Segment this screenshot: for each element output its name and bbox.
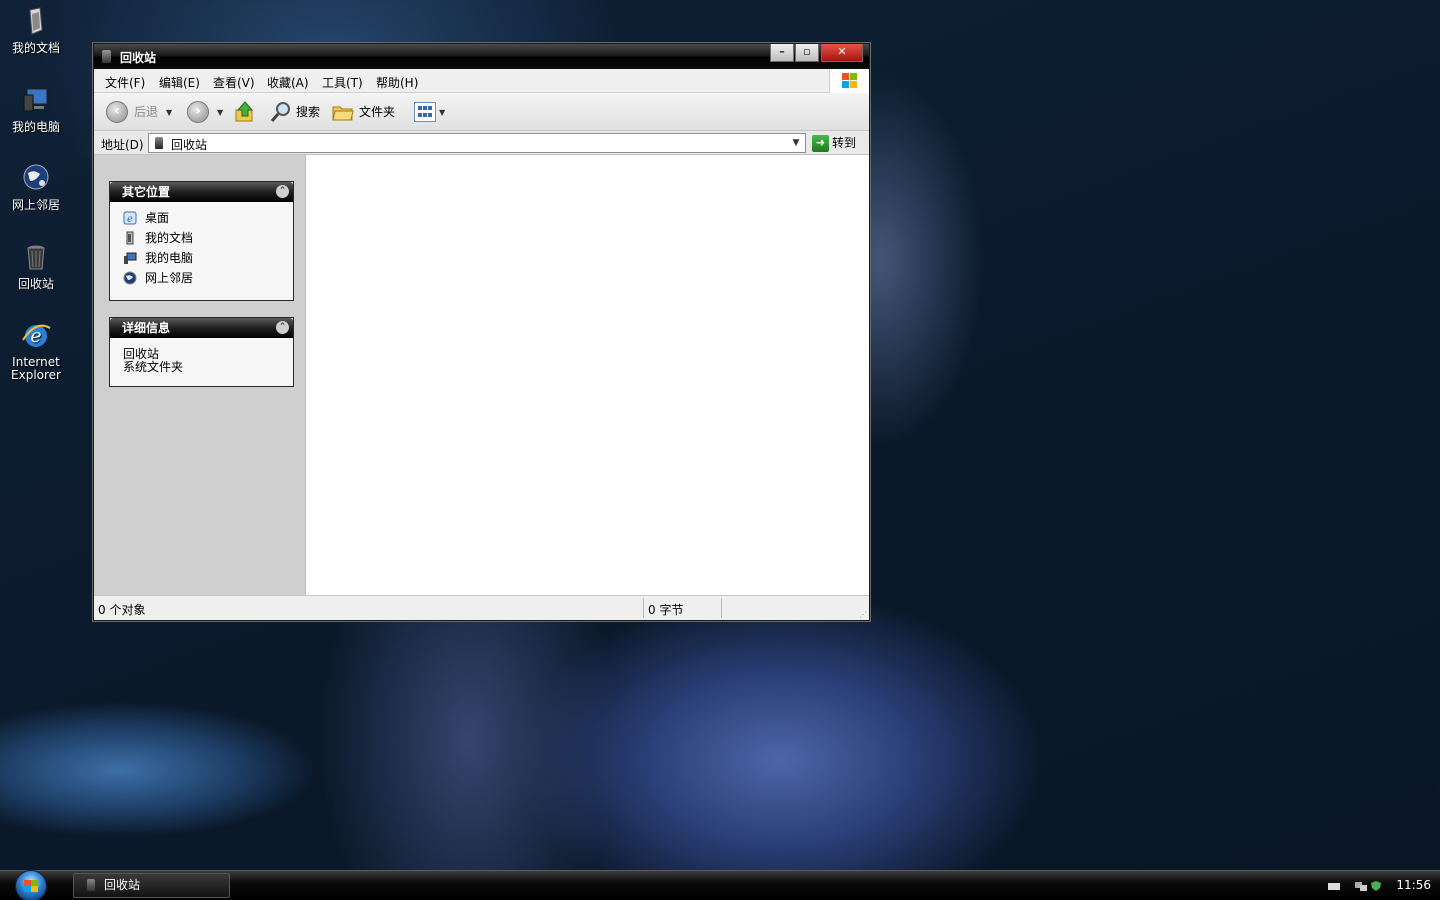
clock[interactable]: 11:56: [1396, 878, 1431, 892]
desktop-icon-recycle-bin[interactable]: 回收站: [0, 242, 72, 291]
taskbar: 回收站 11:56: [0, 870, 1440, 900]
security-shield-icon[interactable]: [1370, 880, 1382, 891]
status-object-count: 0 个对象: [98, 603, 146, 617]
close-button[interactable]: ✕: [821, 44, 863, 62]
details-header[interactable]: 详细信息 ⌃: [110, 318, 293, 338]
maximize-button[interactable]: ▫: [795, 44, 819, 62]
my-documents-icon: [20, 6, 52, 38]
svg-text:e: e: [127, 214, 133, 225]
window-title: 回收站: [120, 51, 157, 65]
address-value: 回收站: [171, 138, 208, 152]
address-label: 地址(D): [101, 138, 144, 152]
my-computer-icon: [20, 85, 52, 117]
network-status-icon[interactable]: [1354, 880, 1367, 891]
task-pane: 其它位置 ⌃ e 桌面 我的文档 我的电脑 网上邻居 详细信息 ⌃ 回收站 系统…: [94, 155, 306, 595]
desktop-icon-label: 我的文档: [11, 41, 60, 55]
desktop-icon-label: 回收站: [17, 277, 54, 291]
file-list-view[interactable]: [306, 155, 869, 595]
minimize-button[interactable]: –: [770, 44, 794, 62]
go-button[interactable]: ➜ 转到: [812, 133, 864, 153]
forward-arrow-icon[interactable]: ›: [187, 101, 209, 123]
details-type: 系统文件夹: [123, 360, 184, 374]
desktop-icon-internet-explorer[interactable]: e Internet Explorer: [0, 320, 72, 382]
windows-logo-icon: [24, 880, 38, 892]
status-size: 0 字节: [648, 603, 684, 617]
go-button-label: 转到: [832, 136, 857, 150]
menu-file[interactable]: 文件(F): [105, 74, 145, 91]
internet-explorer-icon: e: [20, 320, 52, 352]
forward-dropdown-icon[interactable]: ▼: [217, 108, 223, 117]
status-bar: 0 个对象 0 字节 ⋰: [94, 595, 869, 620]
views-dropdown-icon[interactable]: ▼: [439, 108, 445, 117]
search-icon[interactable]: [269, 100, 293, 124]
recycle-bin-window: 回收站 – ▫ ✕ 文件(F) 编辑(E) 查看(V) 收藏(A) 工具(T) …: [93, 43, 870, 621]
desktop-icon-label: 网上邻居: [11, 198, 60, 212]
place-link-my-documents[interactable]: 我的文档: [110, 228, 293, 248]
other-places-panel: 其它位置 ⌃ e 桌面 我的文档 我的电脑 网上邻居: [109, 181, 294, 301]
back-arrow-icon[interactable]: ‹: [106, 101, 128, 123]
other-places-title: 其它位置: [122, 185, 171, 199]
menu-bar: 文件(F) 编辑(E) 查看(V) 收藏(A) 工具(T) 帮助(H): [94, 69, 869, 93]
taskbar-button-recycle-bin[interactable]: 回收站: [73, 873, 230, 898]
resize-grip-icon[interactable]: ⋰: [859, 610, 867, 619]
place-link-desktop[interactable]: e 桌面: [110, 208, 293, 228]
desktop-icon-my-documents[interactable]: 我的文档: [0, 6, 72, 55]
my-documents-icon: [123, 231, 137, 245]
desktop-icon-label: Internet Explorer: [11, 355, 61, 382]
menu-help[interactable]: 帮助(H): [376, 74, 418, 91]
menu-tools[interactable]: 工具(T): [322, 74, 363, 91]
address-bar: 地址(D) 回收站 ▼ ➜ 转到: [94, 131, 869, 155]
back-button-label[interactable]: 后退: [134, 101, 158, 123]
address-dropdown-icon[interactable]: ▼: [789, 134, 803, 152]
views-icon[interactable]: [414, 102, 436, 122]
globe-icon: [123, 271, 137, 285]
collapse-icon[interactable]: ⌃: [276, 185, 289, 198]
up-folder-icon[interactable]: [234, 100, 256, 124]
folders-button[interactable]: 文件夹: [359, 101, 395, 123]
search-button[interactable]: 搜索: [296, 101, 320, 123]
address-input[interactable]: 回收站 ▼: [148, 133, 806, 153]
menu-favorites[interactable]: 收藏(A): [267, 74, 309, 91]
desktop-icon: e: [123, 211, 137, 225]
recycle-bin-icon: [87, 879, 95, 891]
details-panel: 详细信息 ⌃ 回收站 系统文件夹: [109, 317, 294, 387]
status-divider: [721, 598, 722, 618]
start-button[interactable]: [15, 870, 47, 900]
recycle-bin-icon: [102, 50, 111, 63]
toolbar: ‹ 后退 ▼ › ▼ 搜索 文件夹 ▼: [94, 93, 869, 131]
recycle-bin-icon: [20, 242, 52, 274]
go-arrow-icon: ➜: [812, 135, 829, 152]
taskbar-button-label: 回收站: [104, 878, 141, 892]
windows-logo-icon: [829, 69, 869, 93]
other-places-header[interactable]: 其它位置 ⌃: [110, 182, 293, 202]
status-divider: [643, 598, 644, 618]
system-tray: 11:56: [1320, 871, 1440, 900]
menu-edit[interactable]: 编辑(E): [159, 74, 200, 91]
collapse-icon[interactable]: ⌃: [276, 321, 289, 334]
menu-view[interactable]: 查看(V): [213, 74, 255, 91]
back-dropdown-icon[interactable]: ▼: [166, 108, 172, 117]
title-bar[interactable]: 回收站 – ▫ ✕: [94, 44, 869, 69]
details-title: 详细信息: [122, 321, 171, 335]
recycle-bin-icon: [155, 137, 163, 149]
desktop-icon-my-computer[interactable]: 我的电脑: [0, 85, 72, 134]
keyboard-icon[interactable]: [1328, 883, 1340, 890]
globe-icon: [20, 163, 52, 195]
my-computer-icon: [123, 251, 137, 265]
desktop-icon-network[interactable]: 网上邻居: [0, 163, 72, 212]
place-link-my-computer[interactable]: 我的电脑: [110, 248, 293, 268]
folder-icon[interactable]: [332, 101, 354, 123]
place-link-network[interactable]: 网上邻居: [110, 268, 293, 288]
desktop-icon-label: 我的电脑: [11, 120, 60, 134]
